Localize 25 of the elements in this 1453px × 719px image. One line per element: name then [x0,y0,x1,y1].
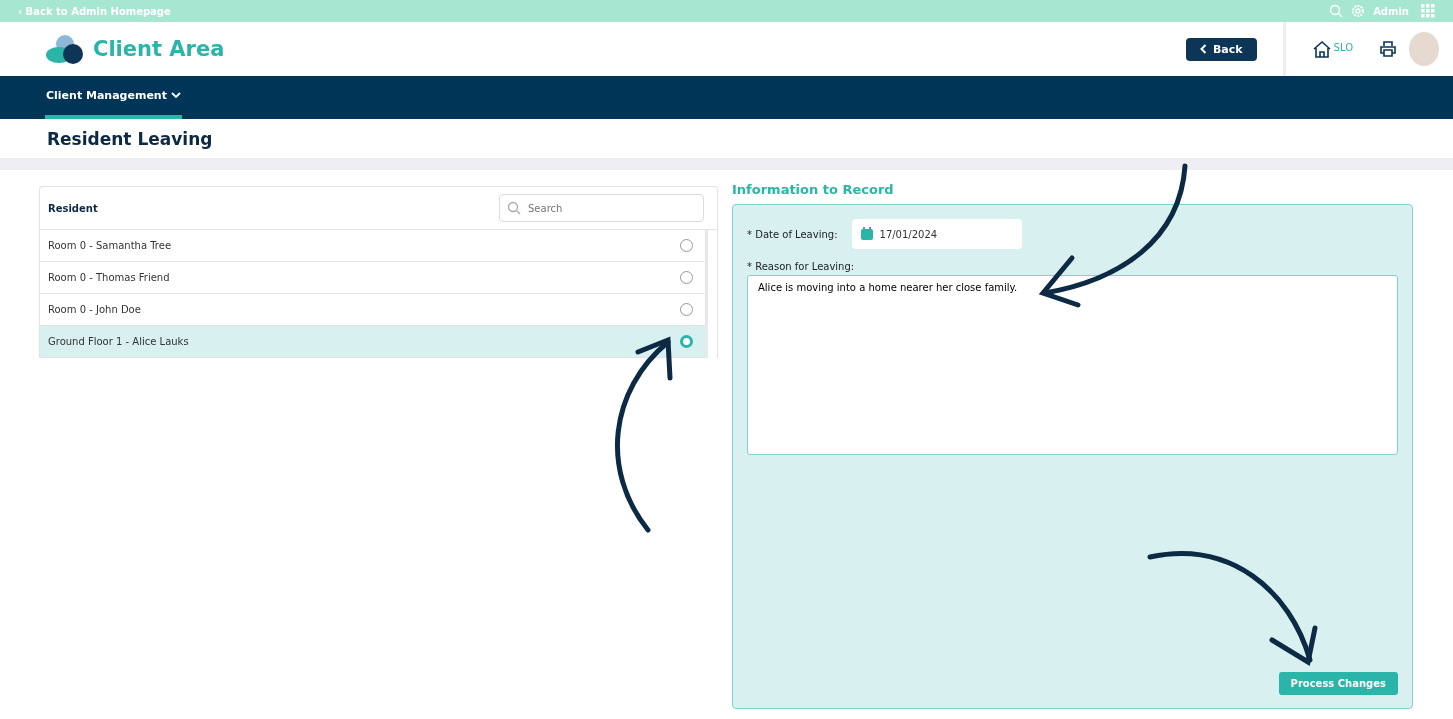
nav-menu-item[interactable]: Client Management [45,76,182,119]
app-title: Client Area [93,37,225,61]
date-field[interactable]: 17/01/2024 [851,219,1022,249]
search-icon [507,201,521,215]
field-label: * Reason for Leaving: [747,261,856,272]
calendar-icon [859,227,874,241]
chevron-down-icon [170,92,181,99]
home-icon[interactable] [1311,40,1332,58]
cloud-logo-icon [45,34,85,64]
search-icon[interactable] [1329,4,1344,18]
section-title: Information to Record [732,182,895,197]
apps-grid-icon[interactable] [1421,4,1435,18]
settings-icon[interactable] [1351,4,1366,18]
avatar[interactable] [1409,32,1439,66]
page-title: Resident Leaving [47,128,213,149]
resident-row[interactable]: Room 0 - Samantha Tree [40,230,705,262]
field-label: * Date of Leaving: [747,228,838,240]
column-header: Resident [48,202,98,214]
printer-icon[interactable] [1379,40,1397,58]
chevron-left-icon [1199,44,1207,54]
resident-row[interactable]: Room 0 - Thomas Friend [40,262,705,294]
back-button[interactable]: Back [1185,37,1257,61]
resident-row[interactable]: Ground Floor 1 - Alice Lauks [40,326,705,358]
search-field[interactable]: Search [499,194,704,222]
reason-text-area[interactable]: Alice is moving into a home nearer her close family. [747,275,1398,455]
